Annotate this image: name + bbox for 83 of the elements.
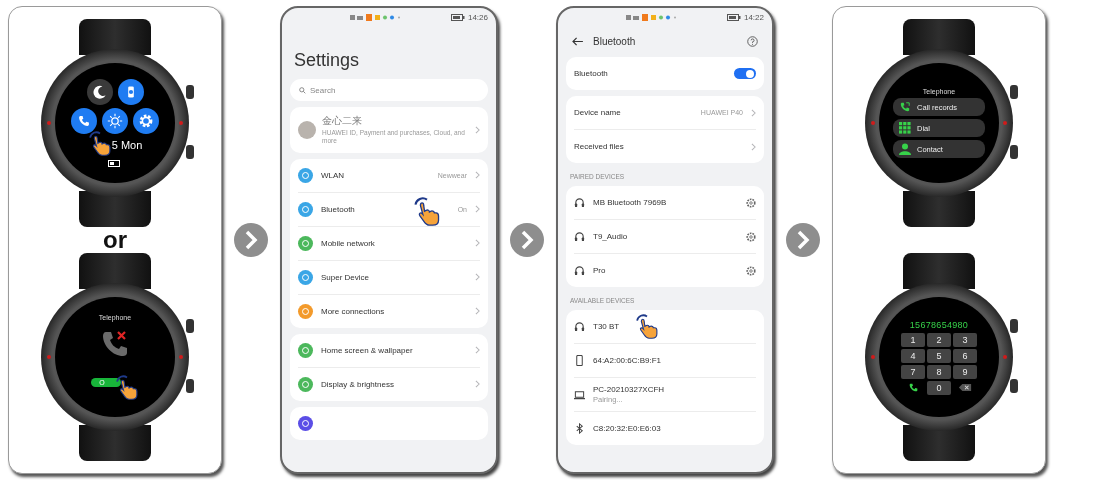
status-time: 14:22 [743,12,764,22]
side-button[interactable] [1010,379,1018,393]
chevron-icon [475,346,480,355]
moon-icon[interactable] [86,79,113,105]
headset-icon [574,265,585,276]
side-button[interactable] [186,379,194,393]
keypad-key[interactable]: 8 [927,364,951,379]
laptop-icon [574,389,585,400]
chevron-icon [751,142,756,151]
keypad-key[interactable]: 1 [901,332,925,347]
watch-strap [79,425,151,461]
device-item[interactable]: T30 BT [574,310,756,344]
device-item[interactable]: MB Bluetooth 7969B [574,186,756,220]
account-name: 金心二来 [322,114,363,128]
settings-item[interactable]: Display & brightness [298,367,480,401]
avatar-placeholder [298,120,316,139]
bluetooth-toggle-row: Bluetooth [574,57,756,90]
device-item[interactable]: Pro [574,254,756,287]
keypad-key[interactable]: 6 [953,348,977,363]
watch-strap [903,19,975,55]
side-button[interactable] [1010,319,1018,333]
back-icon[interactable] [572,37,583,46]
screen-title: Bluetooth [593,36,636,47]
side-button[interactable] [1010,85,1018,99]
chevron-icon [475,205,480,214]
chevron-icon [475,307,480,316]
watch-strap [79,191,151,227]
chevron-icon [475,171,480,180]
device-item[interactable]: 64:A2:00:6C:B9:F1 [574,344,756,378]
phone-icon[interactable] [71,108,97,134]
settings-item[interactable]: Mobile network [298,226,480,261]
settings-item[interactable]: Super Device [298,260,480,295]
device-item[interactable]: C8:20:32:E0:E6:03 [574,412,756,445]
toggle-switch[interactable] [734,68,756,79]
headset-icon [574,231,585,242]
chevron-icon [475,239,480,248]
keypad-key[interactable]: 3 [953,332,977,347]
settings-icon[interactable] [133,108,159,134]
watch-icon[interactable] [117,79,144,105]
call-icon[interactable] [907,382,919,393]
watch-date: 5 Mon [111,138,143,151]
side-button[interactable] [186,319,194,333]
or-label: or [103,228,127,252]
device-item[interactable]: T9_Audio [574,220,756,254]
person-icon [899,143,911,155]
dialed-number: 15678654980 [909,319,969,330]
side-button[interactable] [186,85,194,99]
watch-strap [903,425,975,461]
watch-strap [79,253,151,289]
settings-item[interactable]: Received files [574,130,756,163]
watch-strap [79,19,151,55]
chevron-icon [475,273,480,282]
search-field[interactable]: Search [290,79,488,101]
watch-strap [903,191,975,227]
status-time: 14:26 [467,12,488,22]
chevron-icon [475,380,480,389]
battery-icon [726,13,741,21]
backspace-icon[interactable] [958,383,972,392]
headset-icon [574,197,585,208]
settings-item[interactable]: More connections [298,294,480,328]
watch-strap [903,253,975,289]
side-button[interactable] [1010,145,1018,159]
settings-item[interactable]: Home screen & wallpaper [298,333,480,368]
keypad-key[interactable]: 2 [927,332,951,347]
headset-icon [574,321,585,332]
chevron-icon [475,125,480,134]
keypad-key[interactable]: 7 [901,364,925,379]
screen-title: Settings [294,50,361,71]
brightness-icon[interactable] [102,108,128,134]
bluetooth-icon [574,423,585,434]
help-icon[interactable] [747,36,758,47]
search-icon [299,87,306,94]
chevron-icon [751,108,756,117]
keypad-key[interactable]: 5 [927,348,951,363]
keypad-icon [899,122,911,134]
keypad-key[interactable]: 9 [953,364,977,379]
keypad-key[interactable]: 4 [901,348,925,363]
keypad-key[interactable]: 0 [927,380,951,395]
side-button[interactable] [186,145,194,159]
battery-icon [108,160,122,167]
smartphone-icon [574,355,585,366]
battery-icon [450,13,465,21]
phone-icon [899,101,911,113]
